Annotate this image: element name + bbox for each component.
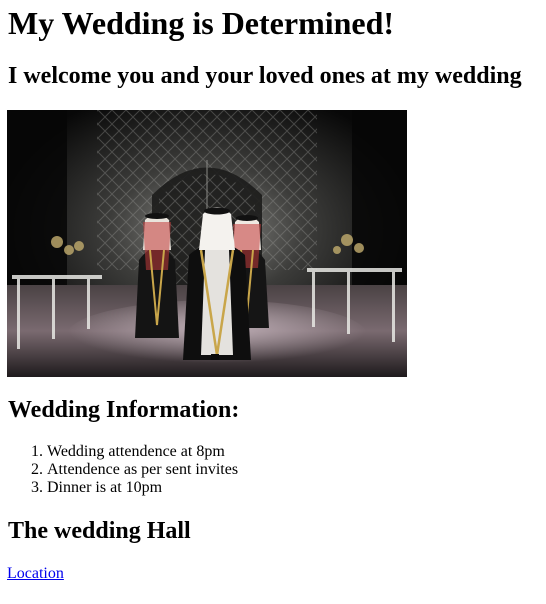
location-link[interactable]: Location bbox=[7, 565, 64, 583]
wedding-photo bbox=[7, 110, 407, 377]
wedding-information-heading: Wedding Information: bbox=[8, 397, 240, 423]
list-item: Attendence as per sent invites bbox=[47, 461, 447, 479]
list-item: Dinner is at 10pm bbox=[47, 479, 447, 497]
page-title: My Wedding is Determined! bbox=[8, 5, 395, 41]
page: My Wedding is Determined! I welcome you … bbox=[0, 0, 546, 604]
page-subtitle: I welcome you and your loved ones at my … bbox=[8, 63, 522, 89]
wedding-hall-heading: The wedding Hall bbox=[8, 518, 191, 544]
wedding-information-list: Wedding attendence at 8pm Attendence as … bbox=[8, 443, 447, 497]
list-item: Wedding attendence at 8pm bbox=[47, 443, 447, 461]
